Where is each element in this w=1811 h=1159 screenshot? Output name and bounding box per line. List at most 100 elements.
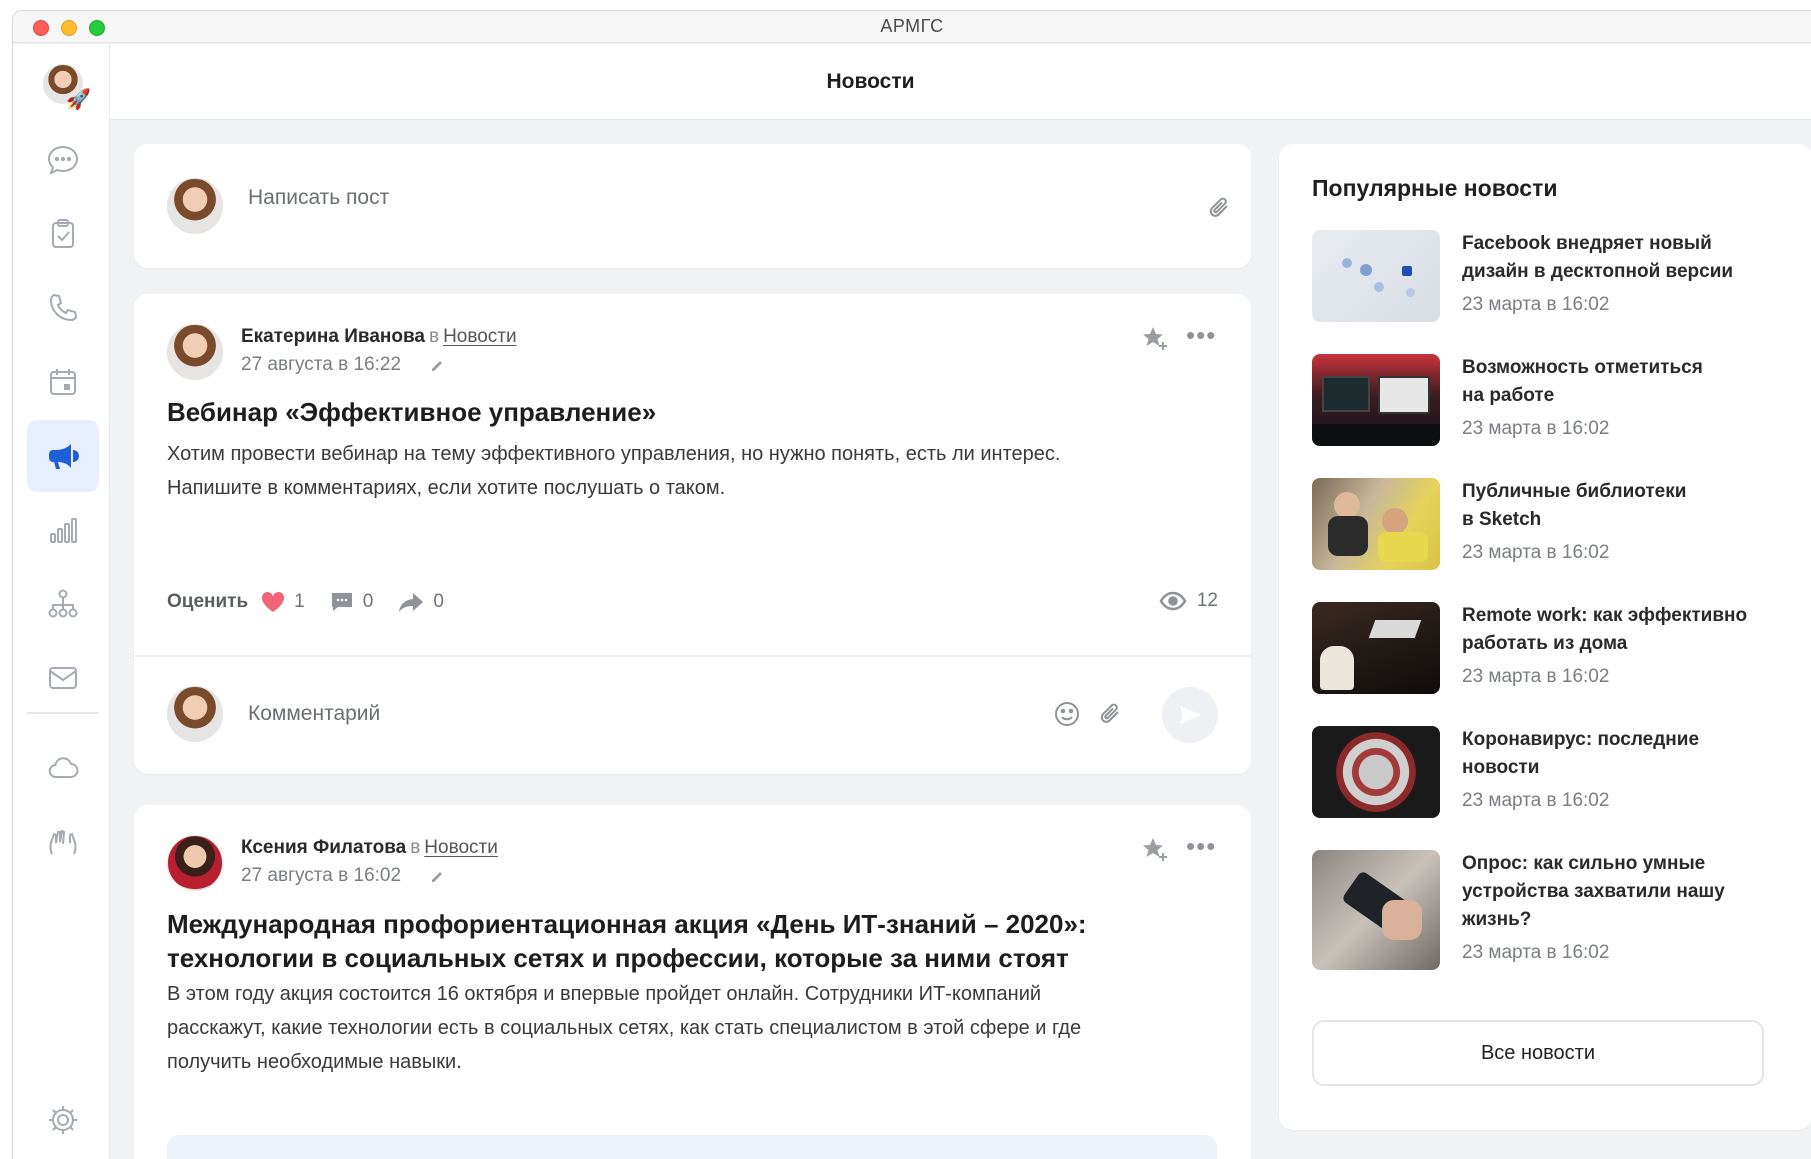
like-count: 1: [294, 591, 305, 612]
edit-icon[interactable]: [430, 357, 446, 373]
post-body: В этом году акция состоится 16 октября и…: [167, 977, 1081, 1079]
window-title: АРМГС: [880, 16, 944, 36]
post-date: 27 августа в 16:02: [241, 865, 402, 886]
author-avatar[interactable]: [167, 835, 223, 891]
attach-icon[interactable]: [1206, 194, 1234, 222]
emoji-icon[interactable]: [1053, 700, 1081, 728]
post-author-line: Ксения Филатова в Новости: [241, 837, 498, 859]
sidebar-item-calls[interactable]: [27, 272, 99, 344]
post-body-line: получить необходимые навыки.: [167, 1051, 462, 1073]
news-title-line: Коронавирус: последние: [1462, 729, 1700, 750]
news-title-line: дизайн в десктопной версии: [1462, 261, 1734, 282]
views: 12: [1159, 590, 1218, 612]
post-body-line: Хотим провести вебинар на тему эффективн…: [167, 443, 1061, 465]
zoom-window-button[interactable]: [89, 20, 105, 36]
more-options-icon[interactable]: •••: [1186, 833, 1216, 859]
all-news-button[interactable]: Все новости: [1312, 1020, 1764, 1086]
send-button[interactable]: [1162, 687, 1218, 743]
more-options-icon[interactable]: •••: [1186, 322, 1216, 348]
news-date: 23 марта в 16:02: [1462, 294, 1610, 315]
sidebar-item-news[interactable]: [27, 420, 99, 492]
sidebar-item-cloud[interactable]: [27, 732, 99, 804]
news-title: Remote work: как эффективно работать из …: [1462, 602, 1762, 658]
comment-count: 0: [362, 591, 374, 612]
post-card: Ксения Филатова в Новости 27 августа в 16:…: [134, 805, 1251, 1159]
author-name[interactable]: Екатерина Иванова: [241, 326, 425, 347]
sidebar-item-tasks[interactable]: [27, 198, 99, 270]
sidebar-item-calendar[interactable]: [27, 346, 99, 418]
post-actions: Оценить 1 0 0: [167, 590, 468, 614]
window-controls: [33, 20, 105, 36]
author-avatar[interactable]: [167, 324, 223, 380]
divider: [134, 655, 1251, 657]
news-title-line: Публичные библиотеки: [1462, 481, 1687, 502]
news-title-line: Facebook внедряет новый: [1462, 233, 1712, 254]
attach-icon[interactable]: [1097, 700, 1125, 728]
news-title-line: новости: [1462, 757, 1540, 778]
post-title: Международная профориентационная акция «…: [167, 907, 1087, 975]
post-body-line: Напишите в комментариях, если хотите пос…: [167, 477, 726, 499]
share-count: 0: [433, 591, 444, 612]
popular-news-panel: Популярные новости Facebook внедряет нов…: [1279, 144, 1811, 1130]
comment-icon[interactable]: [329, 590, 355, 614]
minimize-window-button[interactable]: [61, 20, 77, 36]
views-count: 12: [1196, 590, 1218, 611]
mail-icon: [49, 667, 77, 689]
settings-icon: [49, 1106, 77, 1134]
news-title: Опрос: как сильно умные устройства захва…: [1462, 850, 1762, 934]
comment-input[interactable]: Комментарий: [248, 702, 380, 726]
chat-icon: [47, 145, 79, 175]
compose-input[interactable]: Написать пост: [248, 186, 389, 210]
megaphone-icon: [49, 444, 79, 469]
post-title: Вебинар «Эффективное управление»: [167, 397, 657, 427]
news-date: 23 марта в 16:02: [1462, 542, 1610, 563]
sidebar-item-stats[interactable]: [27, 494, 99, 566]
rocket-icon: 🚀: [66, 89, 91, 111]
page-title: Новости: [826, 69, 915, 93]
news-title: Facebook внедряет новый дизайн в десктоп…: [1462, 230, 1762, 286]
news-title: Коронавирус: последние новости: [1462, 726, 1762, 782]
pin-star-icon[interactable]: [1140, 835, 1168, 863]
news-thumbnail: [1312, 354, 1440, 446]
rate-label[interactable]: Оценить: [167, 591, 248, 613]
channel-link[interactable]: Новости: [424, 837, 498, 858]
sidebar-item-chat[interactable]: [27, 124, 99, 196]
user-avatar[interactable]: 🚀: [43, 64, 91, 111]
cloud-icon: [48, 757, 79, 778]
heart-icon[interactable]: [260, 590, 286, 614]
edit-icon[interactable]: [430, 868, 446, 884]
sidebar-item-structure[interactable]: [27, 568, 99, 640]
news-title-line: Опрос: как сильно умные: [1462, 853, 1706, 874]
author-name[interactable]: Ксения Филатова: [241, 837, 406, 858]
news-thumbnail: [1312, 602, 1440, 694]
news-title-line: на работе: [1462, 385, 1555, 406]
post-title-line: технологии в социальных сетях и професси…: [167, 943, 1069, 973]
post-body: Хотим провести вебинар на тему эффективн…: [167, 437, 1060, 505]
phone-icon: [49, 293, 78, 322]
hands-icon: [49, 829, 77, 855]
post-body-line: В этом году акция состоится 16 октября и…: [167, 983, 1042, 1005]
news-thumbnail: [1312, 850, 1440, 970]
sidebar-item-settings[interactable]: [27, 1084, 99, 1156]
pin-star-icon[interactable]: [1140, 324, 1168, 352]
channel-link[interactable]: Новости: [443, 326, 517, 347]
post-body-line: расскажут, какие технологии есть в социа…: [167, 1017, 1082, 1039]
news-title: Публичные библиотеки в Sketch: [1462, 478, 1762, 534]
close-window-button[interactable]: [33, 20, 49, 36]
attachment-preview[interactable]: [167, 1135, 1217, 1159]
in-label: в: [410, 837, 421, 858]
calendar-icon: [50, 369, 76, 395]
sidebar-item-mail[interactable]: [27, 642, 99, 714]
title-bar: АРМГС: [13, 11, 1811, 43]
eye-icon: [1159, 591, 1187, 611]
compose-card: Написать пост: [134, 144, 1251, 268]
tasks-icon: [52, 219, 74, 248]
post-author-line: Екатерина Иванова в Новости: [241, 326, 517, 348]
news-title-line: работать из дома: [1462, 633, 1628, 654]
news-date: 23 марта в 16:02: [1462, 418, 1610, 439]
sidebar-item-community[interactable]: [27, 806, 99, 878]
news-title-line: Remote work: как эффективно: [1462, 605, 1748, 626]
news-date: 23 марта в 16:02: [1462, 666, 1610, 687]
share-icon[interactable]: [397, 590, 425, 614]
news-thumbnail: [1312, 478, 1440, 570]
